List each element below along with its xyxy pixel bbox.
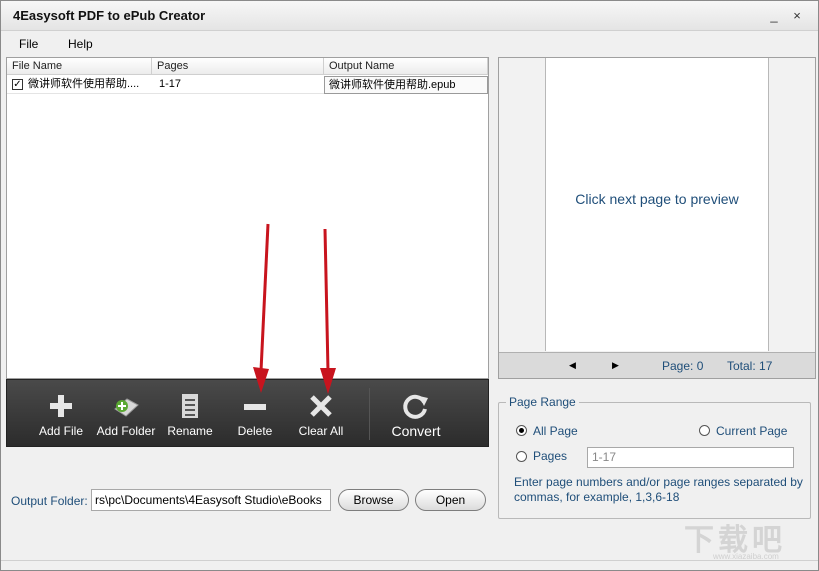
title-bar: 4Easysoft PDF to ePub Creator _ × xyxy=(1,1,818,31)
add-file-button[interactable]: Add File xyxy=(33,380,89,446)
output-folder-label: Output Folder: xyxy=(11,494,88,508)
previous-page-icon[interactable]: ◀ xyxy=(569,360,576,371)
browse-button[interactable]: Browse xyxy=(338,489,409,511)
preview-message: Click next page to preview xyxy=(575,191,739,207)
total-pages: Total: 17 xyxy=(727,359,773,373)
open-button[interactable]: Open xyxy=(415,489,486,511)
add-folder-button[interactable]: Add Folder xyxy=(95,380,157,446)
refresh-icon xyxy=(403,394,428,419)
preview-panel: Click next page to preview ◀ ▶ Page: 0 T… xyxy=(498,57,816,379)
menu-bar: File Help xyxy=(1,32,818,56)
menu-file[interactable]: File xyxy=(19,37,38,51)
toolbar-divider xyxy=(369,388,370,440)
cell-file-name: 微讲师软件使用帮助.... xyxy=(28,78,140,90)
table-row[interactable]: ✓ 微讲师软件使用帮助.... 1-17 微讲师软件使用帮助.epub xyxy=(7,76,488,94)
all-page-label[interactable]: All Page xyxy=(533,424,578,438)
pages-radio[interactable] xyxy=(516,451,527,462)
cell-pages: 1-17 xyxy=(159,78,182,90)
close-button[interactable]: × xyxy=(788,7,806,25)
pages-input[interactable]: 1-17 xyxy=(587,447,794,468)
folder-add-icon xyxy=(114,398,139,417)
column-header-file-name[interactable]: File Name xyxy=(7,58,152,75)
radio-selected-dot xyxy=(519,428,524,433)
cell-output-name[interactable]: 微讲师软件使用帮助.epub xyxy=(324,76,488,94)
window-title: 4Easysoft PDF to ePub Creator xyxy=(13,8,206,23)
status-bar xyxy=(1,560,818,570)
delete-label: Delete xyxy=(237,424,273,438)
file-list[interactable]: File Name Pages Output Name ✓ 微讲师软件使用帮助.… xyxy=(6,57,489,379)
pages-label[interactable]: Pages xyxy=(533,449,567,463)
rename-label: Rename xyxy=(167,424,213,438)
row-checkbox[interactable]: ✓ xyxy=(12,79,23,90)
current-page-radio[interactable] xyxy=(699,425,710,436)
next-page-icon[interactable]: ▶ xyxy=(612,360,619,371)
convert-label: Convert xyxy=(391,423,441,439)
clear-all-label: Clear All xyxy=(298,424,344,438)
app-window: 4Easysoft PDF to ePub Creator _ × File H… xyxy=(0,0,819,571)
page-range-group: Page Range All Page Current Page Pages 1… xyxy=(498,395,811,519)
preview-navigation: ◀ ▶ Page: 0 Total: 17 xyxy=(499,352,815,378)
page-range-legend: Page Range xyxy=(506,395,579,409)
minimize-button[interactable]: _ xyxy=(765,7,783,25)
rename-button[interactable]: Rename xyxy=(164,380,216,446)
menu-help[interactable]: Help xyxy=(68,37,93,51)
page-range-hint: Enter page numbers and/or page ranges se… xyxy=(514,475,803,504)
column-header-pages[interactable]: Pages xyxy=(152,58,324,75)
red-arrow-clear-all-icon xyxy=(320,228,336,394)
action-toolbar: Add File Add Folder Rename Delete Clear … xyxy=(6,379,489,447)
add-folder-label: Add Folder xyxy=(96,424,156,438)
add-file-label: Add File xyxy=(38,424,84,438)
convert-button[interactable]: Convert xyxy=(387,380,445,446)
all-page-radio[interactable] xyxy=(516,425,527,436)
red-arrow-delete-icon xyxy=(253,223,270,393)
column-header-output-name[interactable]: Output Name xyxy=(324,58,488,75)
output-folder-input[interactable]: rs\pc\Documents\4Easysoft Studio\eBooks xyxy=(91,489,331,511)
watermark-url: www.xiazaiba.com xyxy=(713,552,779,561)
plus-icon xyxy=(50,395,72,417)
current-page-label[interactable]: Current Page xyxy=(716,424,787,438)
preview-page: Click next page to preview xyxy=(545,58,769,351)
document-icon xyxy=(182,394,198,418)
page-indicator: Page: 0 xyxy=(662,359,704,373)
